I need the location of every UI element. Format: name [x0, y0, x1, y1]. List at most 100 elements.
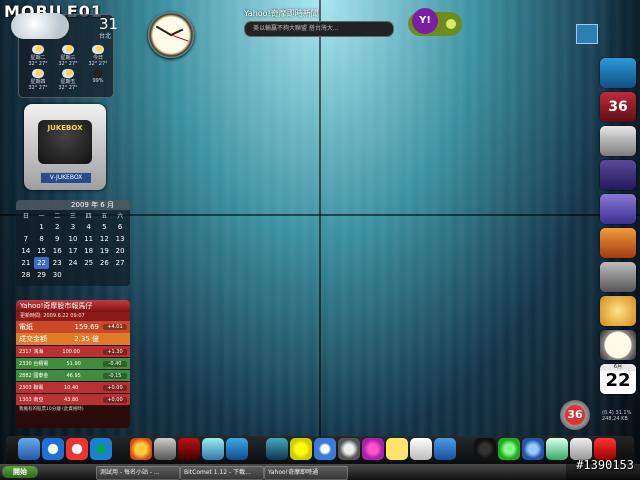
calendar-day[interactable]: 29 — [34, 269, 50, 281]
yahoo-widget-button[interactable]: Y! — [408, 8, 462, 36]
desktop-widget-icon[interactable] — [600, 58, 636, 88]
calendar-day[interactable]: 4 — [81, 221, 97, 233]
calendar-day[interactable]: 8 — [34, 233, 50, 245]
calendar-day[interactable]: 19 — [97, 245, 113, 257]
start-button[interactable]: 開始 — [2, 466, 38, 478]
users-icon[interactable] — [434, 438, 456, 460]
stock-row[interactable]: 2303 聯電 10.40 +0.00 — [16, 382, 130, 393]
calendar-day[interactable]: 13 — [112, 233, 128, 245]
calendar-day[interactable]: 20 — [112, 245, 128, 257]
calendar-day[interactable]: 7 — [18, 233, 34, 245]
network-widget-icon[interactable] — [600, 194, 636, 224]
news-headline[interactable]: 美以輸贏不夠大聯盟 搭台灣大... — [244, 21, 394, 37]
calendar-day[interactable]: 6 — [112, 221, 128, 233]
red-app-icon[interactable] — [66, 438, 88, 460]
calendar-day[interactable]: 11 — [81, 233, 97, 245]
stock-row[interactable]: 2317 鴻海 100.00 +1.30 — [16, 346, 130, 357]
jukebox-label[interactable]: V-JUKEBOX — [40, 172, 92, 184]
stock-widget[interactable]: Yahoo!奇摩股市報馬仔 更新時間: 2009.6.22 09:07 電紙 1… — [16, 300, 130, 428]
forecast-day: 99% — [83, 69, 113, 91]
calendar-day[interactable] — [97, 269, 113, 281]
orange-app-icon[interactable] — [130, 438, 152, 460]
search-icon[interactable] — [338, 438, 360, 460]
stock-row[interactable]: 1303 南亞 43.80 +0.00 — [16, 394, 130, 405]
calendar-day[interactable]: 9 — [49, 233, 65, 245]
calendar-grid: 日 一 二 三 四 五 六 123456 7 8 9 10 11 12 13 14 15 16 1… — [18, 210, 128, 281]
calendar-day[interactable]: 2 — [49, 221, 65, 233]
sun-cloud-icon — [62, 45, 74, 54]
news-title: Yahoo!奇摩即時新聞 — [244, 9, 319, 18]
counter-widget-icon[interactable]: 36 — [600, 92, 636, 122]
calendar-day[interactable]: 12 — [97, 233, 113, 245]
calendar-day[interactable]: 30 — [49, 269, 65, 281]
calendar-day[interactable]: 28 — [18, 269, 34, 281]
puzzle-icon[interactable] — [290, 438, 312, 460]
network-icon[interactable] — [570, 438, 592, 460]
calendar-day[interactable]: 25 — [81, 257, 97, 269]
calendar-day[interactable]: 18 — [81, 245, 97, 257]
trash-icon[interactable] — [154, 438, 176, 460]
taskbar-window-button[interactable]: BitComet 1.12 - 下載... — [180, 466, 264, 480]
calendar-day[interactable]: 27 — [112, 257, 128, 269]
calendar-day[interactable]: 24 — [65, 257, 81, 269]
calendar-day[interactable]: 15 — [34, 245, 50, 257]
calendar-day[interactable] — [112, 269, 128, 281]
stock-volume-row[interactable]: 成交金額 2.35 億 — [16, 333, 130, 345]
jukebox-widget[interactable]: JUKEBOX V-JUKEBOX — [24, 104, 106, 190]
desktop-shortcut-icon[interactable] — [576, 24, 598, 44]
calendar-day[interactable]: 14 — [18, 245, 34, 257]
calendar-day[interactable] — [81, 269, 97, 281]
stock-row[interactable]: 2882 國泰金 46.95 -0.15 — [16, 370, 130, 381]
document-icon[interactable] — [410, 438, 432, 460]
calendar-day[interactable]: 1 — [34, 221, 50, 233]
weather-widget-icon[interactable] — [600, 296, 636, 326]
calendar-day[interactable]: 10 — [65, 233, 81, 245]
stock-main-row[interactable]: 電紙 159.69 +4.01 — [16, 321, 130, 333]
add-gadget-icon[interactable] — [600, 160, 636, 190]
weekday-label: 一 — [38, 213, 45, 220]
calendar-widget-icon[interactable]: 6月 22 — [600, 364, 636, 394]
taskbar-window-button[interactable]: 測試用 - 每名小站 - ... — [96, 466, 180, 480]
jukebox-widget-icon[interactable] — [600, 126, 636, 156]
blue-app-icon[interactable] — [226, 438, 248, 460]
image-viewer-icon[interactable] — [266, 438, 288, 460]
lightning-icon[interactable] — [522, 438, 544, 460]
calendar-day[interactable]: 26 — [97, 257, 113, 269]
stock-footer: 我擁有的股票10分鐘 (此資格時) — [19, 407, 84, 412]
pdf-icon[interactable] — [594, 438, 616, 460]
weather-widget[interactable]: 31 台北 星期二 32° 27° 星期三 32° 27° 今日 32° 27° 星期… — [11, 13, 118, 98]
green-app-icon[interactable] — [498, 438, 520, 460]
gear-widget-icon[interactable] — [600, 262, 636, 292]
character-icon[interactable] — [362, 438, 384, 460]
stock-row[interactable]: 2330 台積電 51.90 -0.40 — [16, 358, 130, 369]
blue-ring-icon[interactable] — [90, 438, 112, 460]
clock-widget-icon[interactable] — [600, 330, 636, 360]
calendar-day[interactable]: 23 — [49, 257, 65, 269]
cloud-icon — [11, 13, 69, 39]
edit-icon[interactable] — [546, 438, 568, 460]
media-player-icon[interactable] — [474, 438, 496, 460]
watermark-id: #1390153 — [576, 458, 634, 472]
calendar-day[interactable]: 16 — [49, 245, 65, 257]
analog-clock-widget[interactable] — [148, 12, 194, 58]
cube-app-icon[interactable] — [202, 438, 224, 460]
calendar-day[interactable]: 3 — [65, 221, 81, 233]
calendar-day[interactable] — [65, 269, 81, 281]
taskbar-window-button[interactable]: Yahoo!奇摩即時通 — [264, 466, 348, 480]
calendar-day[interactable]: 21 — [18, 257, 34, 269]
yahoo-news-widget[interactable]: Yahoo!奇摩即時新聞 美以輸贏不夠大聯盟 搭台灣大... — [244, 8, 394, 38]
app-store-icon[interactable] — [42, 438, 64, 460]
calendar-day-today[interactable]: 22 — [33, 257, 50, 269]
calendar-day[interactable]: 17 — [65, 245, 81, 257]
cpu-meter-badge[interactable]: 36 — [560, 400, 590, 430]
notes-widget-icon[interactable] — [600, 228, 636, 258]
calendar-widget[interactable]: 2009 年 6 月 日 一 二 三 四 五 六 123456 7 8 9 10 11 1… — [16, 200, 130, 286]
notes-icon[interactable] — [386, 438, 408, 460]
calendar-day[interactable]: 5 — [97, 221, 113, 233]
computer-icon[interactable] — [18, 438, 40, 460]
game-app-icon[interactable] — [178, 438, 200, 460]
weekday-label: 四 — [85, 213, 92, 220]
globe-icon[interactable] — [314, 438, 336, 460]
calendar-day[interactable] — [18, 221, 34, 233]
yahoo-logo-icon: Y! — [412, 8, 438, 34]
